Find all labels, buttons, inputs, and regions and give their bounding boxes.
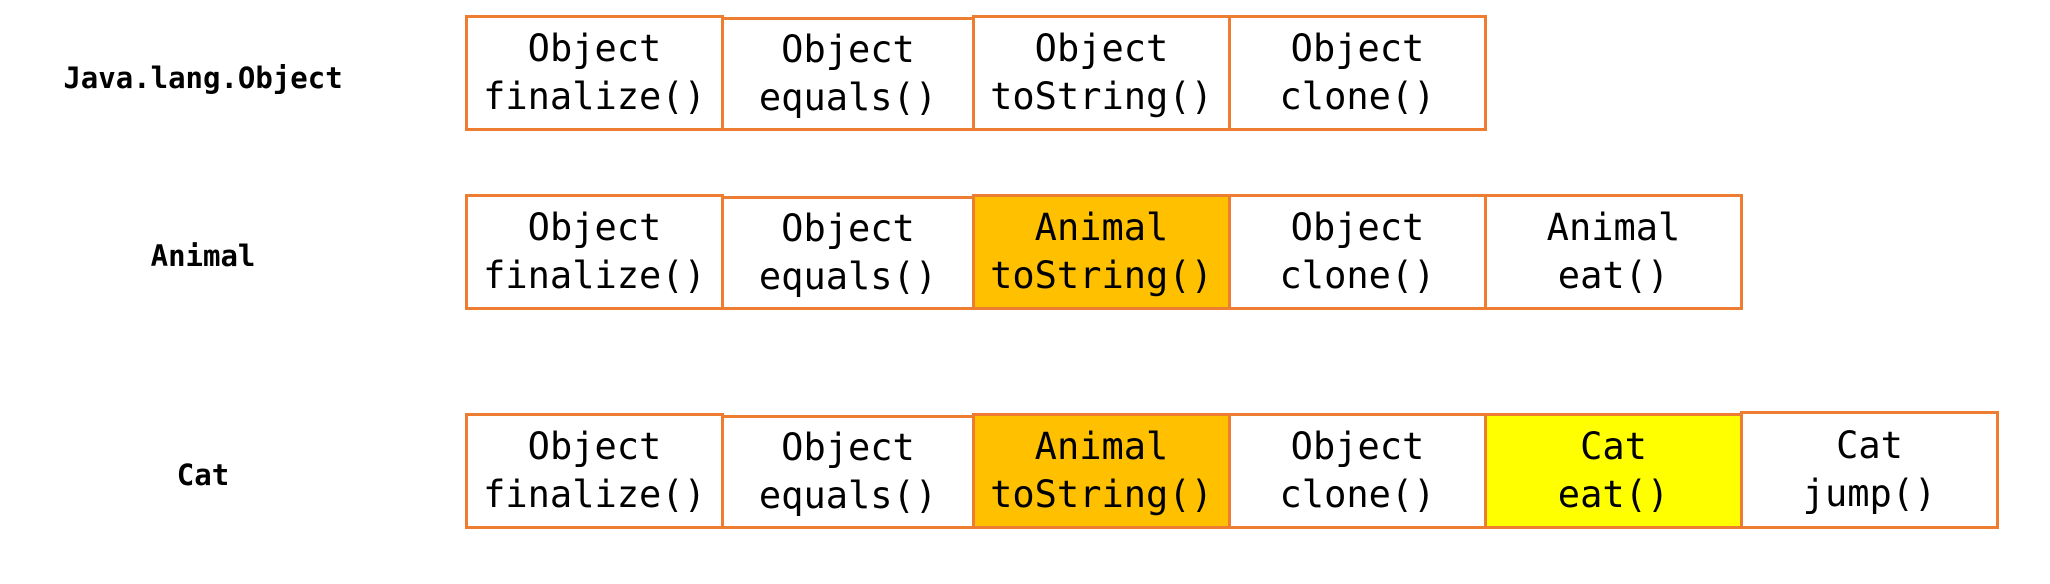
method-owner: Cat bbox=[1836, 424, 1903, 467]
object-clone-cell: Object clone() bbox=[1228, 413, 1487, 529]
method-name: clone() bbox=[1279, 473, 1436, 516]
method-name: clone() bbox=[1279, 254, 1436, 297]
method-name: equals() bbox=[758, 474, 938, 517]
row-label-cat: Cat bbox=[176, 458, 230, 492]
method-name: finalize() bbox=[483, 473, 706, 516]
method-owner: Object bbox=[1290, 425, 1425, 468]
object-clone-cell: Object clone() bbox=[1228, 15, 1487, 131]
method-owner: Object bbox=[527, 27, 662, 70]
row-label-animal: Animal bbox=[150, 239, 256, 273]
method-owner: Object bbox=[1034, 27, 1169, 70]
animal-tostring-cell: Animal toString() bbox=[972, 194, 1231, 310]
method-name: clone() bbox=[1279, 75, 1436, 118]
row-label-java-lang-object: Java.lang.Object bbox=[63, 61, 343, 95]
method-owner: Object bbox=[527, 425, 662, 468]
method-owner: Object bbox=[527, 206, 662, 249]
object-equals-cell: Object equals() bbox=[721, 196, 975, 310]
method-owner: Object bbox=[1290, 206, 1425, 249]
cat-jump-cell: Cat jump() bbox=[1740, 411, 1999, 529]
method-name: finalize() bbox=[483, 254, 706, 297]
method-owner: Object bbox=[781, 426, 915, 469]
method-name: equals() bbox=[758, 255, 938, 298]
object-finalize-cell: Object finalize() bbox=[465, 413, 724, 529]
method-name: toString() bbox=[990, 254, 1213, 297]
method-name: eat() bbox=[1557, 254, 1670, 297]
animal-eat-cell: Animal eat() bbox=[1484, 194, 1743, 310]
method-owner: Object bbox=[781, 207, 915, 250]
object-equals-cell: Object equals() bbox=[721, 415, 975, 529]
object-equals-cell: Object equals() bbox=[721, 17, 975, 131]
method-name: finalize() bbox=[483, 75, 706, 118]
object-clone-cell: Object clone() bbox=[1228, 194, 1487, 310]
method-owner: Object bbox=[781, 28, 915, 71]
method-owner: Object bbox=[1290, 27, 1425, 70]
animal-tostring-cell: Animal toString() bbox=[972, 413, 1231, 529]
cat-eat-cell: Cat eat() bbox=[1484, 413, 1743, 529]
object-finalize-cell: Object finalize() bbox=[465, 15, 724, 131]
method-name: jump() bbox=[1802, 472, 1937, 515]
method-owner: Animal bbox=[1546, 206, 1681, 249]
method-owner: Animal bbox=[1034, 425, 1169, 468]
object-finalize-cell: Object finalize() bbox=[465, 194, 724, 310]
object-tostring-cell: Object toString() bbox=[972, 15, 1231, 131]
method-name: eat() bbox=[1557, 473, 1670, 516]
method-owner: Cat bbox=[1580, 425, 1647, 468]
method-name: equals() bbox=[758, 76, 938, 119]
method-name: toString() bbox=[990, 473, 1213, 516]
method-owner: Animal bbox=[1034, 206, 1169, 249]
method-name: toString() bbox=[990, 75, 1213, 118]
